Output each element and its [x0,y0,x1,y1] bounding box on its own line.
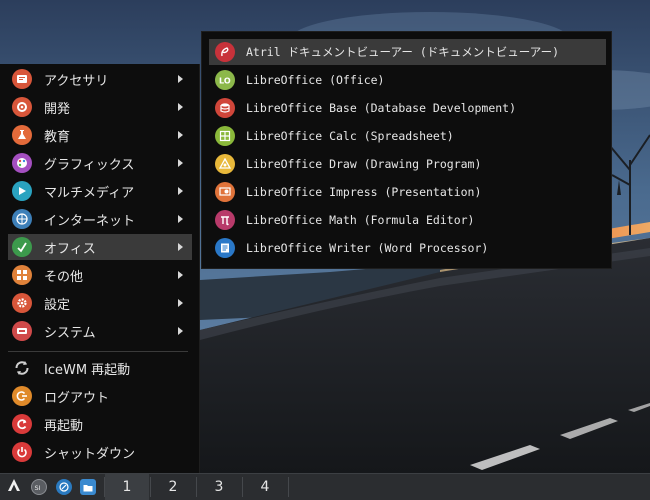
submenu-arrow-icon [178,327,183,335]
submenu-item-label: LibreOffice Impress (Presentation) [246,185,482,199]
menu-action-reboot[interactable]: 再起動 [8,411,192,437]
show-desktop-icon[interactable]: SI [31,479,47,495]
menu-item-label: アクセサリ [44,73,109,89]
submenu-arrow-icon [178,299,183,307]
office-submenu: Atril ドキュメントビューアー (ドキュメントビューアー) LO Libre… [201,31,612,269]
submenu-item-atril[interactable]: Atril ドキュメントビューアー (ドキュメントビューアー) [209,39,606,65]
submenu-item-label: Atril ドキュメントビューアー (ドキュメントビューアー) [246,45,560,59]
submenu-item-label: LibreOffice Base (Database Development) [246,101,517,115]
submenu-item-label: LibreOffice Draw (Drawing Program) [246,157,482,171]
taskbar-separator [150,477,151,497]
menu-item-education[interactable]: 教育 [8,122,192,148]
workspace-1-button[interactable]: 1 [105,474,149,500]
menu-item-label: オフィス [44,241,96,257]
menu-item-label: システム [44,325,96,341]
menu-item-accessories[interactable]: アクセサリ [8,66,192,92]
submenu-item-label: LibreOffice Writer (Word Processor) [246,241,489,255]
libreoffice-impress-icon [215,182,235,202]
libreoffice-calc-icon [215,126,235,146]
libreoffice-icon: LO [215,70,235,90]
menu-item-label: 設定 [44,297,71,313]
submenu-arrow-icon [178,215,183,223]
submenu-arrow-icon [178,75,183,83]
menu-item-label: ログアウト [44,390,110,406]
restart-wm-icon [12,358,32,378]
menu-item-settings[interactable]: 設定 [8,290,192,316]
submenu-item-label: LibreOffice (Office) [246,73,385,87]
antix-start-icon [6,477,22,497]
submenu-item-label: LibreOffice Math (Formula Editor) [246,213,475,227]
workspace-3-button[interactable]: 3 [197,474,241,500]
libreoffice-writer-icon [215,238,235,258]
menu-item-label: その他 [44,269,84,285]
taskbar: SI 1 2 3 4 [0,473,650,500]
submenu-arrow-icon [178,159,183,167]
menu-item-label: 教育 [44,129,71,145]
workspace-label: 3 [214,479,224,495]
multimedia-icon [12,181,32,201]
workspace-label: 1 [122,479,132,495]
development-icon [12,97,32,117]
menu-item-multimedia[interactable]: マルチメディア [8,178,192,204]
workspace-2-button[interactable]: 2 [151,474,195,500]
submenu-arrow-icon [178,103,183,111]
menu-separator [8,351,188,352]
submenu-item-libreoffice-base[interactable]: LibreOffice Base (Database Development) [209,95,606,121]
menu-action-logout[interactable]: ログアウト [8,383,192,409]
other-icon [12,265,32,285]
reboot-icon [12,414,32,434]
education-icon [12,125,32,145]
submenu-arrow-icon [178,243,183,251]
start-menu: アクセサリ 開発 教育 グラフィックス マルチメディア インターネット オフィス… [0,64,200,473]
menu-item-label: シャットダウン [44,446,136,462]
internet-icon [12,209,32,229]
browser-icon[interactable] [56,479,72,495]
menu-action-restart-icewm[interactable]: IceWM 再起動 [8,355,192,381]
menu-action-shutdown[interactable]: シャットダウン [8,439,192,465]
file-manager-icon[interactable] [80,479,96,495]
atril-icon [215,42,235,62]
shutdown-icon [12,442,32,462]
menu-item-development[interactable]: 開発 [8,94,192,120]
libreoffice-draw-icon [215,154,235,174]
menu-item-label: IceWM 再起動 [44,362,131,378]
menu-item-system[interactable]: システム [8,318,192,344]
office-icon [12,237,32,257]
workspace-4-button[interactable]: 4 [243,474,287,500]
menu-item-label: 開発 [44,101,71,117]
menu-item-office[interactable]: オフィス [8,234,192,260]
logout-icon [12,386,32,406]
menu-item-label: インターネット [44,213,136,229]
taskbar-separator [288,477,289,497]
svg-text:LO: LO [219,77,231,86]
submenu-item-libreoffice-impress[interactable]: LibreOffice Impress (Presentation) [209,179,606,205]
menu-item-other[interactable]: その他 [8,262,192,288]
submenu-arrow-icon [178,131,183,139]
libreoffice-base-icon [215,98,235,118]
submenu-item-libreoffice-math[interactable]: LibreOffice Math (Formula Editor) [209,207,606,233]
workspace-label: 4 [260,479,270,495]
menu-item-graphics[interactable]: グラフィックス [8,150,192,176]
menu-item-label: 再起動 [44,418,84,434]
settings-icon [12,293,32,313]
workspace-label: 2 [168,479,178,495]
graphics-icon [12,153,32,173]
submenu-arrow-icon [178,187,183,195]
accessories-icon [12,69,32,89]
libreoffice-math-icon [215,210,235,230]
menu-item-label: グラフィックス [44,157,135,173]
submenu-item-libreoffice-writer[interactable]: LibreOffice Writer (Word Processor) [209,235,606,261]
menu-item-internet[interactable]: インターネット [8,206,192,232]
taskbar-separator [196,477,197,497]
submenu-item-libreoffice-calc[interactable]: LibreOffice Calc (Spreadsheet) [209,123,606,149]
submenu-item-libreoffice[interactable]: LO LibreOffice (Office) [209,67,606,93]
submenu-item-label: LibreOffice Calc (Spreadsheet) [246,129,454,143]
start-button[interactable] [0,474,28,500]
submenu-item-libreoffice-draw[interactable]: LibreOffice Draw (Drawing Program) [209,151,606,177]
system-icon [12,321,32,341]
submenu-arrow-icon [178,271,183,279]
svg-text:SI: SI [35,484,41,491]
menu-item-label: マルチメディア [44,185,135,201]
taskbar-separator [242,477,243,497]
